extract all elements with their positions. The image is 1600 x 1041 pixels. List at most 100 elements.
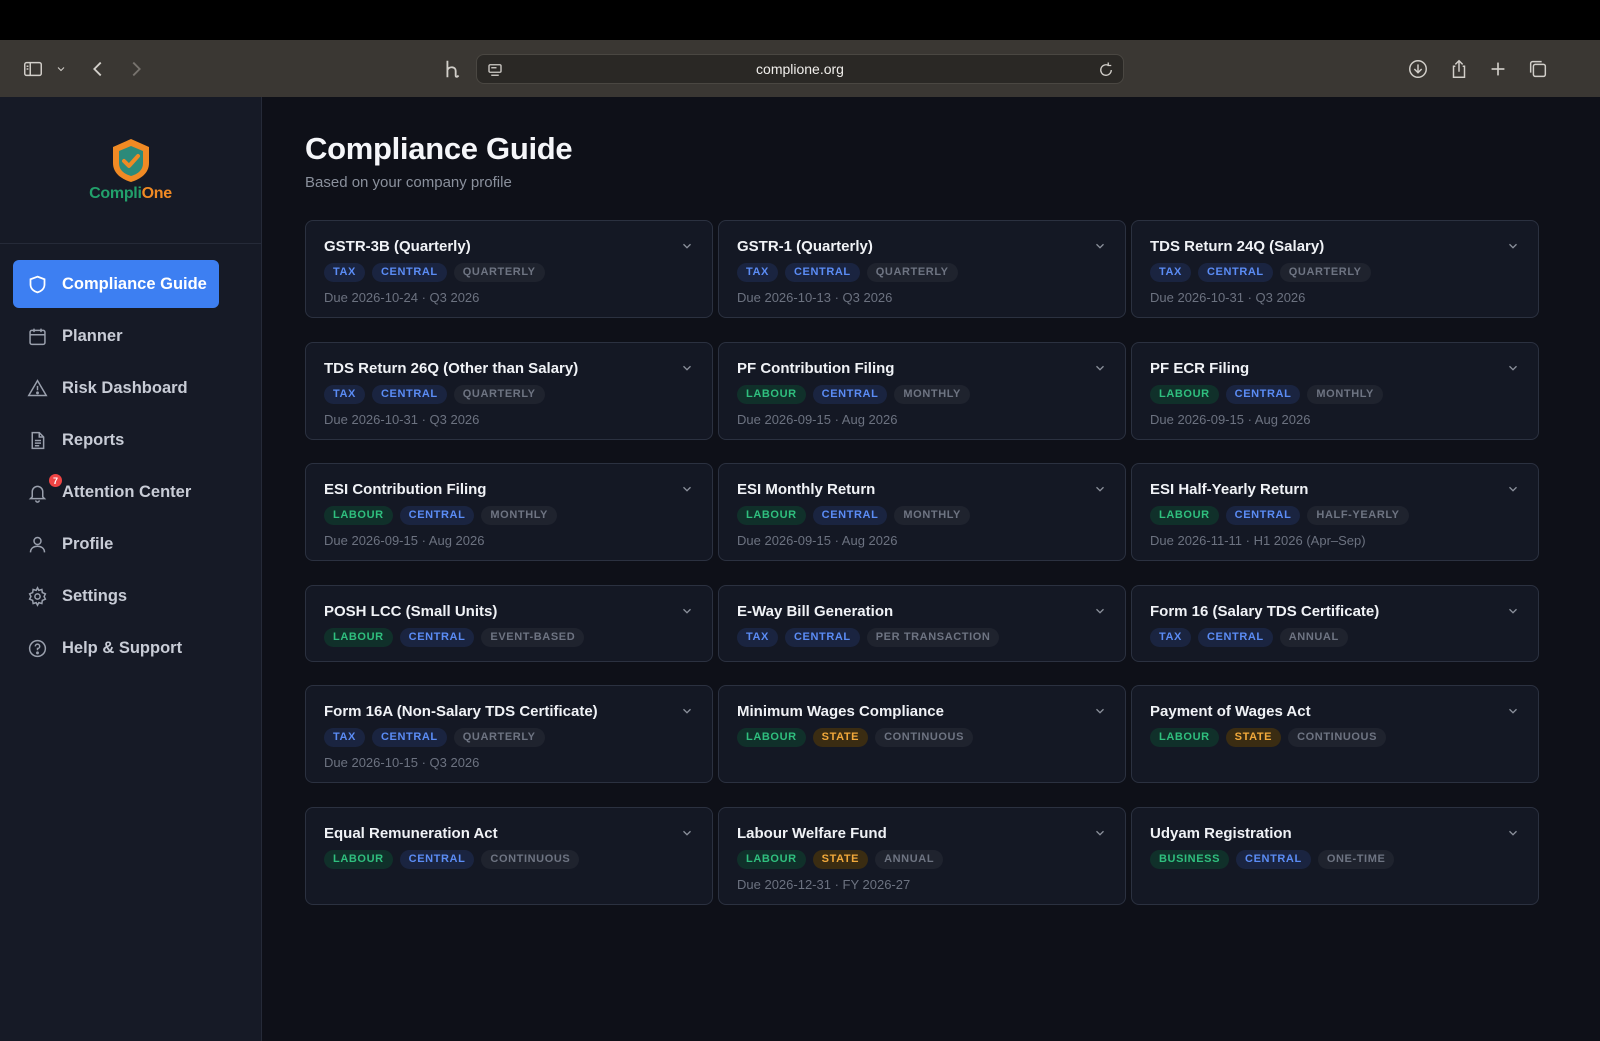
chevron-down-icon[interactable] [680, 604, 694, 618]
compliance-card[interactable]: TDS Return 26Q (Other than Salary) TAX CEN… [305, 342, 713, 440]
card-tags: LABOUR CENTRAL MONTHLY [737, 385, 1107, 405]
card-due-date: Due 2026-09-15 · Aug 2026 [1150, 412, 1311, 427]
tag-badge: CENTRAL [1225, 385, 1301, 404]
chevron-down-icon[interactable] [1506, 826, 1520, 840]
compliance-card[interactable]: POSH LCC (Small Units) LABOUR CENTRAL EVENT… [305, 585, 713, 662]
tag-badge: LABOUR [324, 628, 393, 647]
chevron-down-icon[interactable] [1506, 604, 1520, 618]
brand-logo[interactable]: CompliOne [0, 97, 261, 244]
brand-name-part2: One [141, 185, 173, 202]
sidebar-item-planner[interactable]: Planner [13, 312, 248, 360]
tag-badge: CONTINUOUS [481, 850, 580, 869]
card-title: Equal Remuneration Act [324, 825, 498, 842]
compliance-card[interactable]: ESI Monthly Return LABOUR CENTRAL MONTHLY Du… [718, 463, 1126, 561]
tag-badge: CENTRAL [371, 385, 447, 404]
url-text: complione.org [756, 61, 844, 77]
back-arrow-icon[interactable] [86, 57, 110, 81]
card-title: TDS Return 24Q (Salary) [1150, 238, 1325, 255]
user-icon [26, 533, 48, 555]
card-title: ESI Half-Yearly Return [1150, 481, 1309, 498]
card-tags: LABOUR STATE CONTINUOUS [1150, 728, 1520, 748]
tag-badge: LABOUR [737, 506, 806, 525]
card-tags: TAX CENTRAL QUARTERLY [737, 263, 1107, 283]
compliance-card[interactable]: Payment of Wages Act LABOUR STATE CONTINUOU… [1131, 685, 1539, 783]
card-due-date: Due 2026-12-31 · FY 2026-27 [737, 877, 911, 892]
compliance-card[interactable]: Equal Remuneration Act LABOUR CENTRAL CONTI… [305, 807, 713, 905]
card-title: Labour Welfare Fund [737, 825, 887, 842]
tag-badge: ANNUAL [1279, 628, 1348, 647]
chevron-down-icon[interactable] [1506, 482, 1520, 496]
card-tags: LABOUR CENTRAL EVENT-BASED [324, 628, 694, 648]
chevron-down-icon[interactable] [680, 704, 694, 718]
card-due-date: Due 2026-10-15 · Q3 2026 [324, 755, 480, 770]
chevron-down-icon[interactable] [1506, 361, 1520, 375]
chevron-down-icon[interactable] [680, 239, 694, 253]
chevron-down-icon[interactable] [1093, 826, 1107, 840]
compliance-card[interactable]: Minimum Wages Compliance LABOUR STATE CONTI… [718, 685, 1126, 783]
card-tags: LABOUR CENTRAL MONTHLY [324, 506, 694, 526]
reload-icon[interactable] [1097, 61, 1115, 79]
chevron-down-icon[interactable] [1093, 604, 1107, 618]
card-due-date: Due 2026-11-11 · H1 2026 (Apr–Sep) [1150, 533, 1366, 548]
compliance-card[interactable]: PF ECR Filing LABOUR CENTRAL MONTHLY Due 202… [1131, 342, 1539, 440]
main-content: Compliance Guide Based on your company p… [262, 97, 1600, 1041]
compliance-card[interactable]: Form 16A (Non-Salary TDS Certificate) TAX… [305, 685, 713, 783]
page-title: Compliance Guide [305, 131, 573, 166]
brand-name-part1: Compli [89, 185, 142, 202]
card-tags: TAX CENTRAL QUARTERLY [1150, 263, 1520, 283]
chevron-down-icon[interactable] [1093, 361, 1107, 375]
chevron-down-icon[interactable] [1093, 482, 1107, 496]
compliance-card[interactable]: TDS Return 24Q (Salary) TAX CENTRAL QUARTER… [1131, 220, 1539, 318]
sidebar: CompliOne Compliance Guide Planner Risk … [0, 97, 262, 1041]
compliance-card[interactable]: GSTR-1 (Quarterly) TAX CENTRAL QUARTERLY Due… [718, 220, 1126, 318]
sidebar-item-help-support[interactable]: Help & Support [13, 624, 248, 672]
compliance-card[interactable]: Form 16 (Salary TDS Certificate) TAX CENTR… [1131, 585, 1539, 662]
compliance-card[interactable]: ESI Contribution Filing LABOUR CENTRAL MONT… [305, 463, 713, 561]
compliance-card[interactable]: Labour Welfare Fund LABOUR STATE ANNUAL Due … [718, 807, 1126, 905]
extension-h-icon[interactable] [440, 57, 464, 81]
tag-badge: TAX [1150, 628, 1191, 647]
sidebar-item-reports[interactable]: Reports [13, 416, 248, 464]
chevron-down-icon[interactable] [680, 361, 694, 375]
sidebar-item-label: Attention Center [62, 482, 192, 501]
chevron-down-icon[interactable] [1093, 704, 1107, 718]
compliance-card[interactable]: ESI Half-Yearly Return LABOUR CENTRAL HALF-… [1131, 463, 1539, 561]
chevron-down-icon[interactable] [680, 826, 694, 840]
card-title: ESI Monthly Return [737, 481, 876, 498]
card-title: GSTR-3B (Quarterly) [324, 238, 471, 255]
tabs-overview-icon[interactable] [1526, 57, 1550, 81]
chevron-down-icon[interactable] [51, 57, 71, 81]
tag-badge: CENTRAL [812, 506, 888, 525]
sidebar-item-risk-dashboard[interactable]: Risk Dashboard [13, 364, 248, 412]
download-icon[interactable] [1406, 57, 1430, 81]
page-menu-icon[interactable] [486, 61, 504, 79]
chevron-down-icon[interactable] [680, 482, 694, 496]
new-tab-plus-icon[interactable] [1486, 57, 1510, 81]
compliance-card[interactable]: Udyam Registration BUSINESS CENTRAL ONE-TIM… [1131, 807, 1539, 905]
sidebar-toggle-icon[interactable] [21, 57, 45, 81]
chevron-down-icon[interactable] [1506, 239, 1520, 253]
page-subtitle: Based on your company profile [305, 174, 512, 191]
address-bar[interactable]: complione.org [476, 54, 1124, 84]
compliance-card[interactable]: GSTR-3B (Quarterly) TAX CENTRAL QUARTERLY Du… [305, 220, 713, 318]
gear-icon [26, 585, 48, 607]
tag-badge: BUSINESS [1150, 850, 1230, 869]
chevron-down-icon[interactable] [1506, 704, 1520, 718]
forward-arrow-icon[interactable] [124, 57, 148, 81]
sidebar-item-label: Reports [62, 430, 125, 449]
logo-shield-icon [112, 139, 149, 182]
tag-badge: MONTHLY [1307, 385, 1383, 404]
tag-badge: CENTRAL [399, 850, 475, 869]
chevron-down-icon[interactable] [1093, 239, 1107, 253]
sidebar-item-attention-center[interactable]: 7 Attention Center [13, 468, 248, 516]
compliance-card[interactable]: E-Way Bill Generation TAX CENTRAL PER TRANS… [718, 585, 1126, 662]
compliance-card[interactable]: PF Contribution Filing LABOUR CENTRAL MONTH… [718, 342, 1126, 440]
share-icon[interactable] [1447, 57, 1471, 81]
tag-badge: QUARTERLY [1279, 263, 1371, 282]
sidebar-item-profile[interactable]: Profile [13, 520, 248, 568]
card-title: E-Way Bill Generation [737, 603, 894, 620]
sidebar-item-compliance-guide[interactable]: Compliance Guide [13, 260, 219, 308]
sidebar-item-label: Risk Dashboard [62, 378, 188, 397]
sidebar-item-settings[interactable]: Settings [13, 572, 248, 620]
card-title: GSTR-1 (Quarterly) [737, 238, 873, 255]
